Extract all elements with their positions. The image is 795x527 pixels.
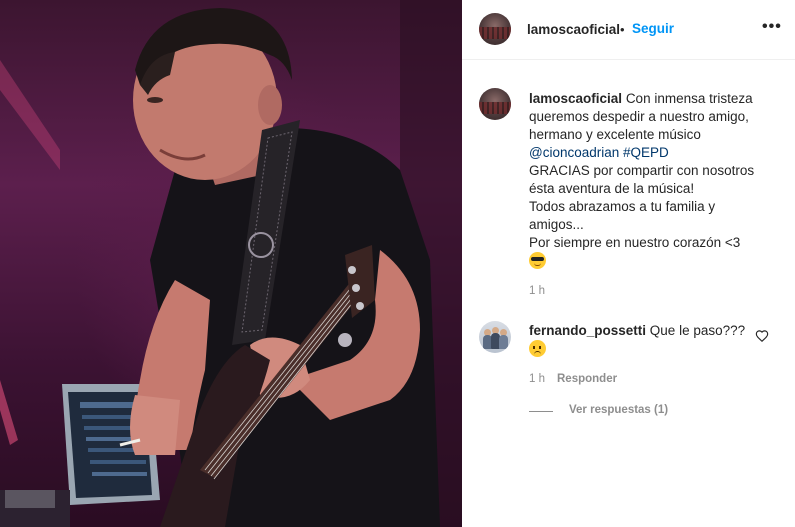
caption-text: queremos despedir a nuestro amigo, [529, 109, 749, 124]
caption-text: Con inmensa tristeza [625, 91, 753, 106]
view-replies-button[interactable]: Ver respuestas (1) [569, 404, 668, 416]
caption-text: ésta aventura de la música! [529, 181, 695, 196]
separator-dot: • [620, 22, 625, 37]
caption-text: hermano y excelente músico [529, 127, 701, 142]
caption-text: Todos abrazamos a tu familia y [529, 199, 716, 214]
comment-text: Que le paso??? [649, 323, 746, 338]
commenter-avatar[interactable] [479, 321, 511, 353]
heart-outline-icon[interactable] [755, 329, 769, 343]
bass-player-photo [0, 0, 462, 527]
comment-timestamp[interactable]: 1 h [529, 373, 545, 385]
replies-divider [529, 411, 553, 412]
hashtag-link[interactable]: #QEPD [623, 145, 669, 160]
author-username[interactable]: lamoscaoficial [527, 22, 620, 37]
post-photo[interactable] [0, 0, 462, 527]
sunglasses-emoji-icon [529, 252, 546, 269]
follow-button[interactable]: Seguir [632, 21, 674, 36]
caption-text: amigos... [529, 217, 584, 232]
caption-timestamp[interactable]: 1 h [529, 285, 545, 297]
caption-author-avatar[interactable] [479, 88, 511, 120]
comment: fernando_possetti Que le paso??? [529, 322, 749, 359]
more-options-icon[interactable]: ••• [762, 18, 782, 36]
caption-text: Por siempre en nuestro corazón <3 [529, 235, 741, 250]
sad-face-emoji-icon [529, 340, 546, 357]
post-caption: lamoscaoficial Con inmensa tristeza quer… [529, 90, 779, 271]
author-avatar[interactable] [479, 13, 511, 45]
reply-button[interactable]: Responder [557, 373, 617, 385]
post-details-panel: lamoscaoficial • Seguir ••• lamoscaofici… [462, 0, 795, 527]
post-header: lamoscaoficial • Seguir ••• [462, 0, 795, 60]
caption-text: GRACIAS por compartir con nosotros [529, 163, 755, 178]
caption-username[interactable]: lamoscaoficial [529, 91, 622, 106]
mention-link[interactable]: @cioncoadrian [529, 145, 619, 160]
commenter-username[interactable]: fernando_possetti [529, 323, 646, 338]
